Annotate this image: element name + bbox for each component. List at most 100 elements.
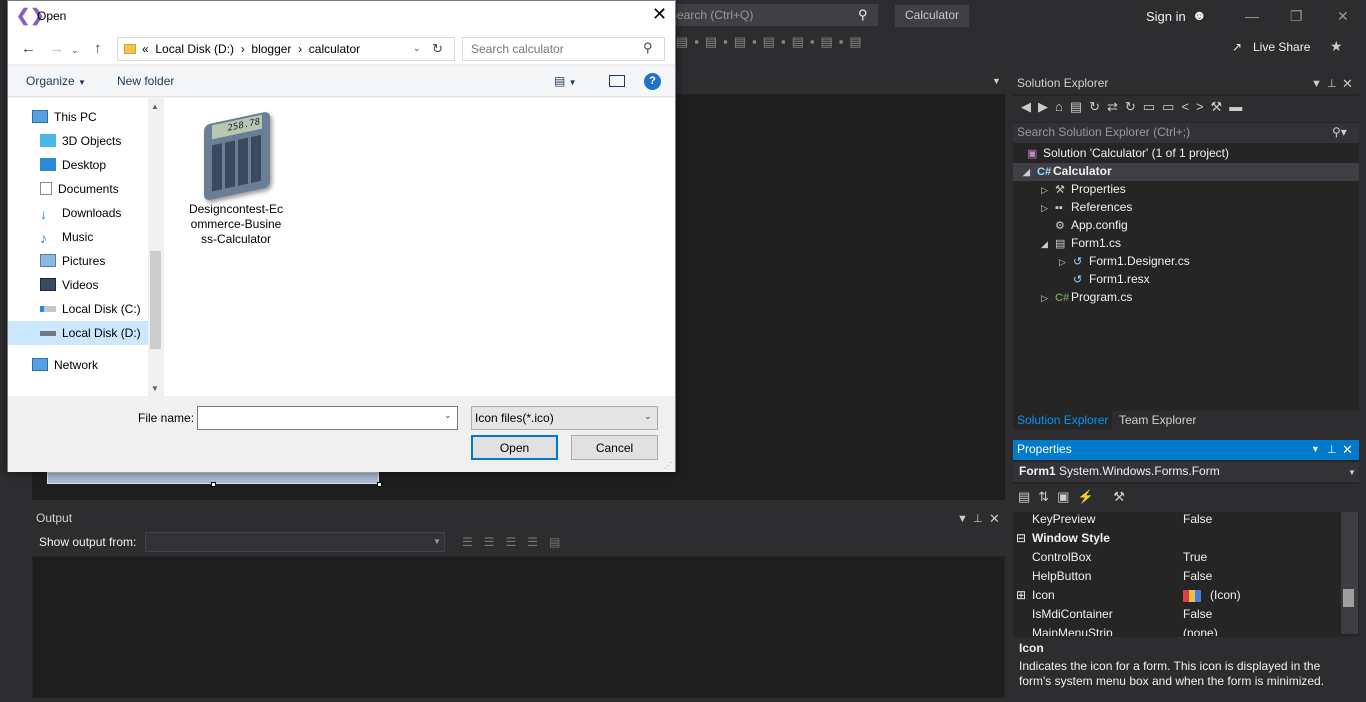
nav-item-this-pc[interactable]: This PC: [32, 110, 97, 134]
property-row[interactable]: ⊞ Icon (Icon): [1013, 588, 1341, 607]
chevron-down-icon[interactable]: ⌄: [444, 410, 452, 421]
expand-icon[interactable]: ⊞: [1016, 588, 1026, 602]
chevron-down-icon[interactable]: ⌄: [413, 43, 421, 54]
share-icon[interactable]: ↗: [1232, 40, 1242, 54]
tree-item-references[interactable]: ▷ ▪▪ References: [1041, 200, 1132, 218]
nav-item-3d-objects[interactable]: 3D Objects: [40, 134, 121, 158]
property-category[interactable]: ⊟ Window Style: [1013, 531, 1341, 550]
collapsed-arrow-icon[interactable]: ▷: [1041, 203, 1055, 214]
nav-item-desktop[interactable]: Desktop: [40, 158, 106, 182]
nav-item-music[interactable]: ♪ Music: [40, 230, 93, 254]
resize-handle[interactable]: [377, 482, 382, 487]
properties-object-selector[interactable]: Form1 System.Windows.Forms.Form: [1013, 462, 1359, 482]
back-arrow-icon[interactable]: ←: [21, 40, 36, 57]
layout-toolbar[interactable]: ▤▪▤▪▤▪▤▪▤▪▤▪▤: [676, 34, 996, 60]
file-item[interactable]: 258.78 Designcontest-Ec ommerce-Busine s…: [188, 106, 284, 247]
tab-team-explorer[interactable]: Team Explorer: [1119, 411, 1196, 429]
search-icon[interactable]: ⚲: [858, 7, 868, 23]
close-icon[interactable]: ✕: [989, 511, 1000, 527]
scroll-down-icon[interactable]: ▼: [151, 384, 159, 393]
tree-item-form1-designer[interactable]: ▷ ↺ Form1.Designer.cs: [1059, 254, 1190, 272]
add-user-icon[interactable]: ☻: [1192, 7, 1207, 23]
tree-item-appconfig[interactable]: ⚙ App.config: [1041, 218, 1128, 236]
quick-launch-search[interactable]: Search (Ctrl+Q): [662, 4, 878, 26]
minimize-icon[interactable]: —: [1245, 8, 1259, 24]
help-icon[interactable]: ?: [644, 73, 661, 90]
close-icon[interactable]: ✕: [652, 4, 667, 25]
solution-explorer-toolbar[interactable]: ◀▶⌂▤↻⇄↻▭▭<>⚒▬: [1013, 96, 1359, 122]
nav-item-pictures[interactable]: Pictures: [40, 254, 105, 278]
expanded-arrow-icon[interactable]: ◢: [1023, 167, 1037, 178]
preview-pane-icon[interactable]: [609, 75, 625, 87]
property-row[interactable]: HelpButton False: [1013, 569, 1341, 588]
collapsed-arrow-icon[interactable]: ▷: [1041, 185, 1055, 196]
resize-handle[interactable]: [211, 482, 216, 487]
breadcrumb-item[interactable]: Local Disk (D:): [155, 42, 234, 56]
property-row[interactable]: ControlBox True: [1013, 550, 1341, 569]
properties-view-tools[interactable]: ▤⇅▣⚡ ⚒: [1018, 489, 1133, 505]
scroll-up-icon[interactable]: ▲: [151, 102, 159, 111]
nav-item-local-disk-d[interactable]: Local Disk (D:): [40, 326, 141, 350]
chevron-down-icon[interactable]: ▼: [1348, 468, 1356, 477]
tree-item-properties[interactable]: ▷ ⚒ Properties: [1041, 182, 1126, 200]
nav-item-downloads[interactable]: ↓ Downloads: [40, 206, 121, 230]
resize-grip-icon[interactable]: ⋰: [664, 461, 672, 470]
close-icon[interactable]: ✕: [1342, 76, 1353, 92]
live-share-button[interactable]: Live Share: [1253, 40, 1310, 54]
restore-icon[interactable]: ❐: [1290, 8, 1303, 25]
chevron-down-icon[interactable]: ▼: [433, 537, 441, 546]
close-icon[interactable]: ✕: [1337, 8, 1349, 25]
address-bar[interactable]: « Local Disk (D:) › blogger › calculator: [117, 37, 455, 61]
nav-item-documents[interactable]: Documents: [40, 182, 119, 206]
property-row[interactable]: MainMenuStrip (none): [1013, 626, 1341, 636]
breadcrumb-item[interactable]: calculator: [309, 42, 360, 56]
tree-item-form1-resx[interactable]: ↺ Form1.resx: [1059, 272, 1150, 290]
property-row[interactable]: KeyPreview False: [1013, 512, 1341, 531]
output-tools[interactable]: ☰☰☰☰▤: [462, 535, 571, 549]
nav-item-network[interactable]: Network: [32, 358, 98, 382]
forward-arrow-icon[interactable]: →: [49, 40, 64, 57]
sign-in-link[interactable]: Sign in: [1146, 9, 1186, 24]
output-text-area[interactable]: [33, 557, 1004, 697]
properties-scrollbar[interactable]: [1341, 512, 1358, 634]
tree-item-solution[interactable]: ▣ Solution 'Calculator' (1 of 1 project): [1027, 146, 1229, 164]
change-view-icon[interactable]: ▤ ▼: [554, 74, 577, 88]
file-name-input[interactable]: [197, 406, 458, 430]
chevron-down-icon[interactable]: ▼: [992, 76, 1001, 86]
recent-locations-icon[interactable]: ⌄: [71, 45, 79, 56]
collapsed-arrow-icon[interactable]: ▷: [1059, 257, 1073, 268]
search-icon[interactable]: ⚲: [643, 40, 653, 56]
search-icon[interactable]: ⚲▾: [1332, 125, 1347, 139]
tree-item-form1[interactable]: ◢ ▤ Form1.cs: [1041, 236, 1121, 254]
solution-search-input[interactable]: Search Solution Explorer (Ctrl+;): [1013, 123, 1359, 143]
pin-icon[interactable]: ⊥: [1327, 77, 1337, 90]
search-input[interactable]: Search calculator: [462, 37, 665, 61]
tree-item-project[interactable]: ◢ C# Calculator: [1023, 164, 1112, 182]
open-button[interactable]: Open: [471, 435, 558, 460]
cancel-button[interactable]: Cancel: [571, 435, 658, 460]
tab-solution-explorer[interactable]: Solution Explorer: [1013, 411, 1113, 429]
tree-item-program[interactable]: ▷ C# Program.cs: [1041, 290, 1132, 308]
file-type-select[interactable]: Icon files(*.ico): [471, 406, 658, 430]
chevron-down-icon[interactable]: ▼: [1311, 78, 1322, 90]
property-row[interactable]: IsMdiContainer False: [1013, 607, 1341, 626]
breadcrumb-item[interactable]: blogger: [251, 42, 291, 56]
pin-icon[interactable]: ⊥: [973, 512, 983, 525]
chevron-down-icon[interactable]: ▼: [1311, 444, 1320, 454]
pin-icon[interactable]: ⊥: [1327, 443, 1337, 456]
nav-item-videos[interactable]: Videos: [40, 278, 98, 302]
expanded-arrow-icon[interactable]: ◢: [1041, 239, 1055, 250]
organize-button[interactable]: Organize ▼: [26, 74, 86, 88]
new-folder-button[interactable]: New folder: [117, 74, 174, 88]
output-source-select[interactable]: [145, 532, 445, 552]
collapse-icon[interactable]: ⊟: [1016, 531, 1026, 545]
scroll-thumb[interactable]: [1343, 589, 1354, 607]
refresh-icon[interactable]: ↻: [432, 41, 443, 57]
up-arrow-icon[interactable]: ↑: [94, 40, 102, 57]
scroll-thumb[interactable]: [150, 251, 161, 349]
nav-scrollbar[interactable]: [148, 98, 163, 396]
feedback-icon[interactable]: ★: [1330, 38, 1343, 55]
close-icon[interactable]: ✕: [1342, 442, 1353, 458]
chevron-down-icon[interactable]: ▼: [957, 513, 968, 525]
nav-item-local-disk-c[interactable]: Local Disk (C:): [40, 302, 141, 326]
